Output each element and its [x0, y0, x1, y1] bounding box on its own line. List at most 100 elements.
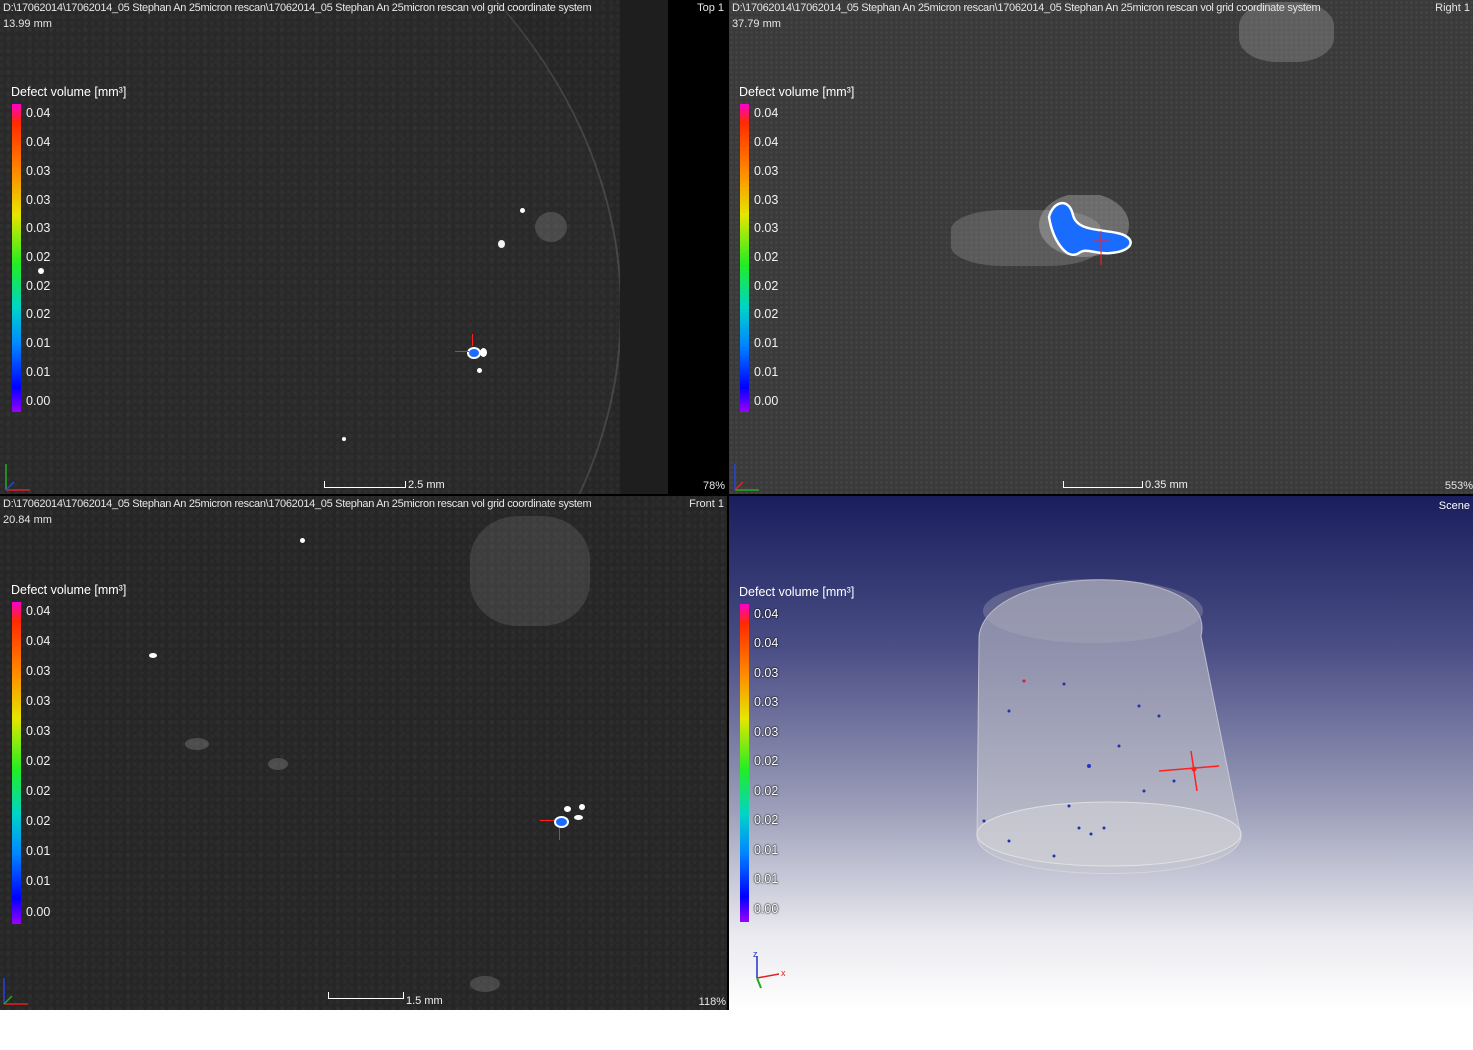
colorbar-tick: 0.04: [26, 634, 51, 648]
file-path-label: D:\17062014\17062014_05 Stephan An 25mic…: [3, 498, 592, 510]
colorbar-tick: 0.02: [754, 307, 779, 321]
scale-bar: [1063, 481, 1143, 488]
colorbar-tick: 0.03: [26, 664, 51, 678]
colorbar-tick: 0.04: [26, 135, 51, 149]
inclusion-spot: [520, 208, 525, 213]
colorbar-tick: 0.01: [754, 336, 779, 350]
scale-bar: [328, 992, 404, 999]
inclusion-cloud: [268, 758, 288, 770]
colorbar: [740, 604, 749, 922]
axis-triad-icon: [5, 464, 30, 491]
colorbar-tick: 0.02: [754, 754, 779, 768]
bottom-blank-area: [0, 1010, 1473, 1050]
inclusion-spot: [300, 538, 305, 543]
specimen-edge: [0, 0, 622, 494]
colorbar-tick: 0.00: [26, 394, 51, 408]
selected-defect-outline[interactable]: [1039, 195, 1139, 275]
colorbar-tick: 0.01: [754, 872, 779, 886]
inclusion-cloud: [470, 976, 500, 992]
colorbar-tick: 0.03: [754, 666, 779, 680]
scale-bar-label: 1.5 mm: [406, 995, 443, 1007]
colorbar-tick: 0.00: [754, 902, 779, 916]
colorbar: [740, 104, 749, 412]
colorbar: [12, 602, 21, 924]
axis-triad-icon: [3, 978, 28, 1005]
slice-depth-label: 13.99 mm: [3, 18, 52, 30]
colorbar-tick: 0.04: [754, 106, 779, 120]
scale-bar-label: 2.5 mm: [408, 479, 445, 491]
colorbar-tick: 0.01: [26, 844, 51, 858]
axis-x-label: x: [781, 968, 786, 978]
file-path-label: D:\17062014\17062014_05 Stephan An 25mic…: [732, 2, 1321, 14]
colorbar-tick: 0.02: [754, 250, 779, 264]
colorbar-tick: 0.02: [26, 754, 51, 768]
inclusion-spot: [342, 437, 346, 441]
colorbar-tick: 0.03: [754, 193, 779, 207]
colorbar-tick: 0.03: [26, 164, 51, 178]
inclusion-spot: [498, 240, 505, 248]
colorbar-tick: 0.03: [754, 725, 779, 739]
colorbar-tick: 0.01: [26, 336, 51, 350]
colorbar-tick: 0.02: [26, 279, 51, 293]
zoom-level[interactable]: 553%: [1445, 480, 1473, 492]
zoom-level[interactable]: 118%: [699, 996, 726, 1008]
inclusion-cloud: [535, 212, 567, 242]
colorbar-tick: 0.00: [26, 905, 51, 919]
colorbar-tick: 0.04: [754, 636, 779, 650]
colorbar-tick: 0.03: [754, 695, 779, 709]
top-view-viewport[interactable]: D:\17062014\17062014_05 Stephan An 25mic…: [0, 0, 727, 494]
slice-depth-label: 20.84 mm: [3, 514, 52, 526]
colorbar-tick: 0.01: [754, 365, 779, 379]
colorbar-tick: 0.02: [26, 784, 51, 798]
colorbar-tick: 0.03: [754, 164, 779, 178]
axis-triad-icon: [734, 464, 759, 491]
specimen-outside: [620, 0, 670, 494]
front-view-viewport[interactable]: D:\17062014\17062014_05 Stephan An 25mic…: [0, 496, 727, 1010]
colorbar-tick: 0.01: [26, 874, 51, 888]
inclusion-spot: [38, 268, 44, 274]
colorbar-tick: 0.03: [754, 221, 779, 235]
colorbar-tick: 0.04: [26, 106, 51, 120]
colorbar-tick: 0.03: [26, 694, 51, 708]
selected-defect-marker[interactable]: [455, 334, 495, 374]
viewport-divider-horizontal[interactable]: [0, 494, 1473, 496]
scale-bar-label: 0.35 mm: [1145, 479, 1188, 491]
colorbar-tick: 0.02: [754, 279, 779, 293]
legend-title: Defect volume [mm³]: [739, 585, 855, 599]
colorbar-tick: 0.02: [754, 813, 779, 827]
colorbar-tick: 0.04: [754, 135, 779, 149]
inclusion-spot: [149, 653, 157, 658]
axis-triad-icon: z x: [753, 949, 786, 989]
legend-title: Defect volume [mm³]: [739, 85, 855, 99]
colorbar-tick: 0.03: [26, 221, 51, 235]
legend-title: Defect volume [mm³]: [11, 583, 127, 597]
slice-depth-label: 37.79 mm: [732, 18, 781, 30]
colorbar-tick: 0.03: [26, 724, 51, 738]
view-name-label[interactable]: Right 1: [1435, 2, 1470, 14]
legend-title: Defect volume [mm³]: [11, 85, 127, 99]
colorbar: [12, 104, 21, 412]
view-name-label[interactable]: Scene: [1439, 500, 1470, 512]
right-view-viewport[interactable]: D:\17062014\17062014_05 Stephan An 25mic…: [729, 0, 1473, 494]
colorbar-tick: 0.03: [26, 193, 51, 207]
file-path-label: D:\17062014\17062014_05 Stephan An 25mic…: [3, 2, 592, 14]
colorbar-tick: 0.02: [26, 307, 51, 321]
viewport-divider-vertical[interactable]: [727, 0, 729, 1010]
colorbar-tick: 0.02: [26, 250, 51, 264]
specimen-cylinder[interactable]: [969, 566, 1259, 906]
colorbar-tick: 0.01: [754, 843, 779, 857]
scale-bar: [324, 481, 406, 488]
axis-z-label: z: [753, 949, 758, 959]
colorbar-tick: 0.02: [26, 814, 51, 828]
zoom-level[interactable]: 78%: [703, 480, 725, 492]
colorbar-tick: 0.01: [26, 365, 51, 379]
inclusion-cloud: [185, 738, 209, 750]
colorbar-tick: 0.04: [754, 607, 779, 621]
scene-3d-viewport[interactable]: Scene Defect volume [mm³] 0.04 0.04 0.03…: [729, 496, 1473, 1010]
colorbar-tick: 0.04: [26, 604, 51, 618]
view-name-label[interactable]: Top 1: [697, 2, 724, 14]
view-name-label[interactable]: Front 1: [689, 498, 724, 510]
colorbar-tick: 0.00: [754, 394, 779, 408]
selected-defect-marker[interactable]: [540, 802, 590, 842]
inclusion-cloud: [470, 516, 590, 626]
